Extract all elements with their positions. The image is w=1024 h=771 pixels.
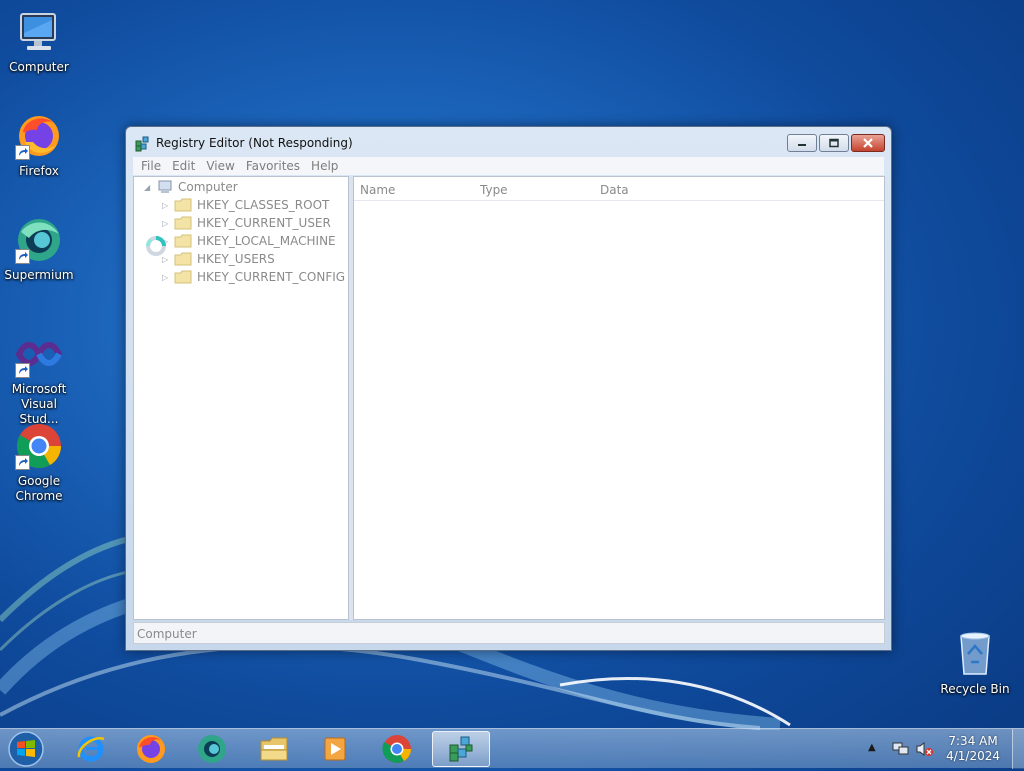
taskbar-chrome[interactable]: [368, 731, 426, 767]
clock[interactable]: 7:34 AM 4/1/2024: [946, 734, 1000, 764]
minimize-icon: [798, 144, 806, 146]
network-icon[interactable]: [892, 741, 910, 757]
volume-muted-icon[interactable]: [916, 741, 934, 757]
tree-item-hkey-current-config[interactable]: ▷ HKEY_CURRENT_CONFIG: [162, 268, 345, 286]
taskbar: ▲ 7:34 AM 4/1/2024: [0, 728, 1024, 769]
shortcut-arrow-icon: [15, 455, 30, 470]
media-player-icon: [324, 737, 346, 761]
caption-buttons: [787, 134, 885, 152]
collapse-arrow-icon[interactable]: ◢: [144, 183, 156, 192]
desktop-icon-label: Google Chrome: [15, 474, 63, 503]
recycle-bin-icon: [951, 630, 999, 678]
minimize-button[interactable]: [787, 134, 817, 152]
tree-item-label: HKEY_USERS: [197, 252, 275, 266]
values-list[interactable]: Name Type Data: [353, 176, 885, 620]
column-header-data[interactable]: Data: [600, 183, 629, 197]
title-bar[interactable]: Registry Editor (Not Responding): [126, 127, 891, 157]
start-button[interactable]: [6, 730, 46, 768]
desktop-icon-supermium[interactable]: Supermium: [0, 216, 78, 283]
folder-icon: [174, 270, 192, 284]
shortcut-arrow-icon: [15, 145, 30, 160]
menu-favorites[interactable]: Favorites: [246, 157, 306, 175]
expand-arrow-icon[interactable]: ▷: [162, 273, 174, 282]
desktop-icon-label: Recycle Bin: [940, 682, 1010, 696]
desktop-icon-computer[interactable]: Computer: [0, 8, 78, 75]
desktop-icon-label: Firefox: [19, 164, 59, 178]
supermium-icon: [198, 735, 226, 763]
taskbar-file-explorer[interactable]: [245, 731, 303, 767]
registry-editor-icon: [134, 135, 152, 153]
folder-icon: [174, 234, 192, 248]
firefox-icon: [15, 112, 63, 160]
column-header-type[interactable]: Type: [480, 183, 508, 197]
computer-icon: [158, 180, 172, 193]
tree-item-hkey-current-user[interactable]: ▷ HKEY_CURRENT_USER: [162, 214, 331, 232]
maximize-icon: [829, 138, 839, 148]
desktop-icon-recycle-bin[interactable]: Recycle Bin: [936, 630, 1014, 697]
tree-item-label: HKEY_LOCAL_MACHINE: [197, 234, 336, 248]
show-hidden-icons-icon[interactable]: ▲: [868, 742, 876, 753]
shortcut-arrow-icon: [15, 363, 30, 378]
close-button[interactable]: [851, 134, 885, 152]
computer-icon: [15, 8, 63, 56]
list-header: Name Type Data: [354, 177, 884, 201]
tree-item-hkey-classes-root[interactable]: ▷ HKEY_CLASSES_ROOT: [162, 196, 329, 214]
close-icon: [863, 138, 873, 148]
tree-item-computer[interactable]: ◢ Computer: [144, 178, 238, 196]
chrome-icon: [15, 422, 63, 470]
clock-date: 4/1/2024: [946, 749, 1000, 763]
status-bar: Computer: [133, 622, 885, 644]
registry-editor-window[interactable]: Registry Editor (Not Responding) File Ed…: [125, 126, 892, 651]
desktop-icon-chrome[interactable]: Google Chrome: [0, 422, 78, 504]
maximize-button[interactable]: [819, 134, 849, 152]
menu-file[interactable]: File: [141, 157, 167, 175]
shortcut-arrow-icon: [15, 249, 30, 264]
tree-item-label: HKEY_CLASSES_ROOT: [197, 198, 330, 212]
clock-time: 7:34 AM: [948, 734, 998, 748]
expand-arrow-icon[interactable]: ▷: [162, 219, 174, 228]
folder-icon: [174, 216, 192, 230]
tree-item-label: HKEY_CURRENT_CONFIG: [197, 270, 346, 284]
menu-help[interactable]: Help: [311, 157, 344, 175]
taskbar-firefox[interactable]: [122, 731, 180, 767]
system-tray: ▲ 7:34 AM 4/1/2024: [864, 729, 1024, 769]
file-explorer-icon: [260, 737, 288, 761]
tree-item-label: Computer: [178, 180, 238, 194]
menu-view[interactable]: View: [206, 157, 240, 175]
taskbar-internet-explorer[interactable]: [62, 731, 120, 767]
column-header-name[interactable]: Name: [360, 183, 395, 197]
registry-editor-icon: [449, 736, 473, 762]
taskbar-supermium[interactable]: [183, 731, 241, 767]
busy-cursor-icon: [145, 235, 167, 257]
folder-icon: [174, 198, 192, 212]
menu-edit[interactable]: Edit: [172, 157, 201, 175]
tree-item-hkey-local-machine[interactable]: ▷ HKEY_LOCAL_MACHINE: [162, 232, 336, 250]
taskbar-media-player[interactable]: [306, 731, 364, 767]
visual-studio-icon: [15, 330, 63, 378]
window-title: Registry Editor (Not Responding): [156, 136, 353, 150]
windows-logo-icon: [8, 731, 44, 767]
menu-bar: File Edit View Favorites Help: [133, 157, 884, 175]
desktop-icon-label: Supermium: [4, 268, 74, 282]
desktop-icon-label: Microsoft Visual Stud...: [11, 382, 67, 426]
desktop-icon-visual-studio[interactable]: Microsoft Visual Stud...: [0, 330, 78, 427]
desktop-icon-label: Computer: [9, 60, 69, 74]
internet-explorer-icon: [77, 736, 105, 762]
desktop-icon-firefox[interactable]: Firefox: [0, 112, 78, 179]
folder-icon: [174, 252, 192, 266]
taskbar-registry-editor[interactable]: [432, 731, 490, 767]
show-desktop-button[interactable]: [1012, 729, 1024, 769]
tree-item-hkey-users[interactable]: ▷ HKEY_USERS: [162, 250, 275, 268]
tree-item-label: HKEY_CURRENT_USER: [197, 216, 331, 230]
expand-arrow-icon[interactable]: ▷: [162, 201, 174, 210]
firefox-icon: [137, 735, 165, 763]
chrome-icon: [382, 735, 411, 763]
supermium-icon: [15, 216, 63, 264]
